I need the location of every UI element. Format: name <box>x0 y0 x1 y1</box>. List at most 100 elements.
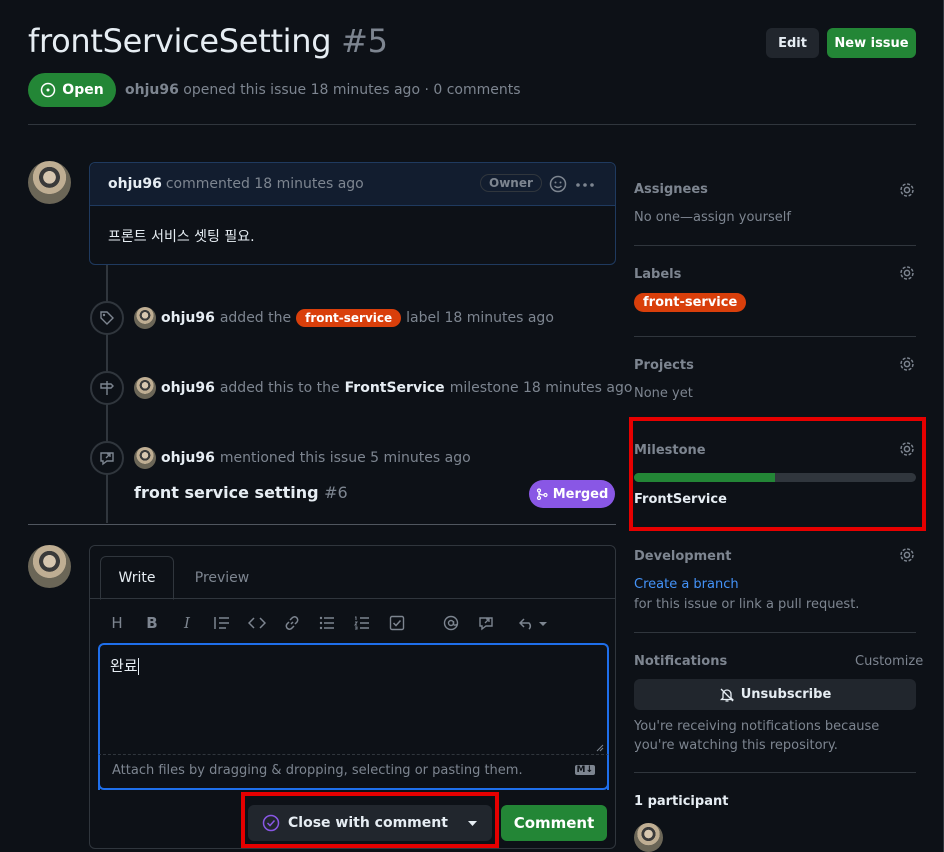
issue-open-icon <box>41 82 56 98</box>
check-circle-icon <box>262 814 280 832</box>
italic-icon[interactable]: I <box>176 612 198 634</box>
gear-icon[interactable] <box>898 355 916 373</box>
timeline-text: mentioned this issue 5 minutes ago <box>219 450 471 466</box>
reference-icon[interactable] <box>475 612 497 634</box>
new-issue-button[interactable]: New issue <box>827 28 916 58</box>
timeline-item: ohju96 mentioned this issue 5 minutes ag… <box>134 447 471 469</box>
referenced-pr-title[interactable]: front service setting <box>134 483 319 502</box>
participants-heading: 1 participant <box>634 794 729 809</box>
heading-icon[interactable]: H <box>106 612 128 634</box>
timeline-text: added the <box>219 310 292 326</box>
markdown-icon[interactable]: M↓ <box>574 765 595 775</box>
avatar[interactable] <box>28 161 71 204</box>
sidebar-divider <box>634 632 916 633</box>
gear-icon[interactable] <box>898 440 916 458</box>
unsubscribe-label: Unsubscribe <box>740 687 832 702</box>
create-branch-link[interactable]: Create a branch <box>634 577 739 592</box>
avatar[interactable] <box>28 545 71 588</box>
referenced-pr[interactable]: front service setting #6 <box>134 483 348 502</box>
issue-title-text: frontServiceSetting <box>28 22 332 60</box>
timeline-text: added this to the <box>219 380 340 396</box>
attach-files-bar[interactable]: Attach files by dragging & dropping, sel… <box>98 754 609 790</box>
comment-body: 프론트 서비스 셋팅 필요. <box>108 229 255 245</box>
close-with-comment-button[interactable]: Close with comment <box>248 805 492 841</box>
comment-textarea-value: 완료 <box>110 657 138 675</box>
assignees-value[interactable]: No one—assign yourself <box>634 210 791 225</box>
labels-heading[interactable]: Labels <box>634 267 681 282</box>
timeline-text: label 18 minutes ago <box>406 310 554 326</box>
gear-icon[interactable] <box>898 546 916 564</box>
chevron-down-icon[interactable] <box>468 821 477 826</box>
timeline-divider <box>28 524 616 525</box>
comment-timestamp: commented 18 minutes ago <box>165 176 364 192</box>
milestone-name-link[interactable]: FrontService <box>634 492 727 507</box>
customize-link[interactable]: Customize <box>855 654 923 669</box>
assignees-heading[interactable]: Assignees <box>634 182 708 197</box>
avatar[interactable] <box>134 447 156 469</box>
avatar[interactable] <box>134 307 156 329</box>
gear-icon[interactable] <box>898 264 916 282</box>
merge-icon <box>536 488 548 500</box>
editor-tabbar: Write Preview <box>90 546 615 600</box>
projects-heading[interactable]: Projects <box>634 358 694 373</box>
timeline-text: milestone 18 minutes ago <box>449 380 633 396</box>
tab-preview[interactable]: Preview <box>182 556 262 600</box>
timeline-user-link[interactable]: ohju96 <box>161 380 215 396</box>
sidebar-divider <box>634 772 916 773</box>
header-divider <box>28 124 916 125</box>
participant-avatar[interactable] <box>634 823 663 852</box>
sidebar-divider <box>634 245 916 246</box>
comment-card: ohju96 commented 18 minutes ago Owner 프론… <box>89 162 616 265</box>
tab-write[interactable]: Write <box>100 556 174 600</box>
merged-badge: Merged <box>529 480 615 508</box>
milestone-icon <box>90 371 124 405</box>
label-front-service[interactable]: front-service <box>296 309 402 327</box>
resize-handle-icon[interactable] <box>596 744 604 752</box>
timeline-item: ohju96 added the front-service label 18 … <box>134 307 554 329</box>
bold-icon[interactable]: B <box>141 612 163 634</box>
avatar[interactable] <box>134 377 156 399</box>
owner-badge: Owner <box>480 174 542 192</box>
status-badge: Open <box>28 73 116 107</box>
task-list-icon[interactable] <box>386 612 408 634</box>
bulleted-list-icon[interactable] <box>316 612 338 634</box>
issue-author-link[interactable]: ohju96 <box>125 82 179 98</box>
issue-number: #5 <box>341 22 388 60</box>
timeline-user-link[interactable]: ohju96 <box>161 450 215 466</box>
cross-reference-icon <box>90 441 124 475</box>
text-cursor <box>137 658 139 675</box>
comment-button[interactable]: Comment <box>501 805 607 841</box>
mention-icon[interactable] <box>440 612 462 634</box>
issue-meta: ohju96 opened this issue 18 minutes ago … <box>125 82 521 98</box>
status-text: Open <box>62 82 104 98</box>
sidebar-divider <box>634 336 916 337</box>
undo-icon[interactable] <box>517 612 551 634</box>
milestone-progress <box>634 473 916 482</box>
milestone-link[interactable]: FrontService <box>345 380 445 396</box>
projects-value: None yet <box>634 386 693 401</box>
development-text: for this issue or link a pull request. <box>634 597 860 612</box>
attach-hint-text: Attach files by dragging & dropping, sel… <box>112 763 523 778</box>
quote-icon[interactable] <box>211 612 233 634</box>
issue-title: frontServiceSetting #5 <box>28 22 388 60</box>
tag-icon <box>90 301 124 335</box>
edit-button[interactable]: Edit <box>766 28 819 58</box>
numbered-list-icon[interactable] <box>351 612 373 634</box>
smiley-icon[interactable] <box>549 175 567 193</box>
timeline-item: ohju96 added this to the FrontService mi… <box>134 377 632 399</box>
unsubscribe-button[interactable]: Unsubscribe <box>634 679 916 710</box>
link-icon[interactable] <box>281 612 303 634</box>
timeline-user-link[interactable]: ohju96 <box>161 310 215 326</box>
notifications-heading: Notifications <box>634 654 728 669</box>
referenced-pr-number: #6 <box>324 483 348 502</box>
comment-author-link[interactable]: ohju96 <box>108 176 162 192</box>
code-icon[interactable] <box>246 612 268 634</box>
kebab-menu-icon[interactable] <box>575 182 595 188</box>
bell-slash-icon <box>719 688 734 702</box>
milestone-heading[interactable]: Milestone <box>634 443 706 458</box>
label-front-service[interactable]: front-service <box>634 293 747 312</box>
gear-icon[interactable] <box>898 181 916 199</box>
milestone-progress-fill <box>634 473 775 482</box>
comment-header: ohju96 commented 18 minutes ago Owner <box>90 163 615 206</box>
issue-meta-text: opened this issue 18 minutes ago · 0 com… <box>183 82 521 98</box>
